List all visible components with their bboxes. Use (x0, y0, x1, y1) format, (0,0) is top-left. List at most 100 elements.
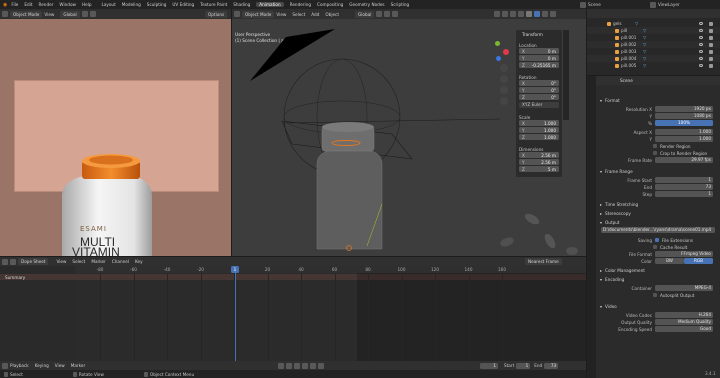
file-extensions-checkbox[interactable] (655, 238, 659, 242)
tab-shading[interactable]: Shading (233, 2, 250, 7)
outliner-item[interactable]: gels ▽ (587, 20, 720, 27)
timeline-editor-icon[interactable] (2, 362, 8, 369)
dopesheet[interactable]: Summary -80-60-40-2002040608010012014016… (0, 266, 586, 361)
stereoscopy-panel[interactable]: Stereoscopy (596, 209, 720, 217)
outliner-item[interactable]: pill.005 ▽ (587, 62, 720, 69)
camera-options-button[interactable]: Options (205, 10, 228, 18)
scene-selector[interactable]: Scene (580, 1, 601, 8)
visibility-eye-icon[interactable] (699, 21, 703, 25)
render-camera-icon[interactable] (709, 28, 713, 33)
transform-orientation-dropdown[interactable]: Global (355, 10, 375, 18)
camera-global-dropdown[interactable]: Global (60, 10, 80, 18)
scale-row-y[interactable]: Y 1.000 (519, 127, 559, 133)
outliner-item[interactable]: pill.001 ▽ (587, 34, 720, 41)
xray-icon[interactable] (518, 11, 524, 17)
outliner-item[interactable]: pill.004 ▽ (587, 55, 720, 62)
dopesheet-menu-view[interactable]: View (56, 259, 66, 264)
end-frame-field[interactable]: 73 (544, 362, 559, 369)
color-bw-button[interactable]: BW (655, 258, 684, 264)
shading-wire-icon[interactable] (526, 11, 532, 17)
dopesheet-editor-icon[interactable] (2, 258, 8, 265)
color-management-panel[interactable]: Color Management (596, 266, 720, 274)
cache-result-label-checkbox[interactable] (653, 245, 657, 249)
menu-help[interactable]: Help (82, 2, 92, 7)
visibility-eye-icon[interactable] (699, 28, 703, 32)
tab-uv-editing[interactable]: UV Editing (172, 2, 194, 7)
viewport-proportional-icon[interactable] (392, 11, 399, 17)
rotation-row-y[interactable]: Y 0° (519, 87, 559, 93)
gizmo-icon[interactable] (502, 11, 508, 17)
time-stretching-panel[interactable]: Time Stretching (596, 200, 720, 208)
render-camera-icon[interactable] (709, 56, 713, 61)
dopesheet-menu-key[interactable]: Key (135, 259, 143, 264)
viewport-menu-select[interactable]: Select (292, 12, 305, 17)
tab-modeling[interactable]: Modeling (122, 2, 141, 7)
menu-edit[interactable]: Edit (24, 2, 32, 7)
camera-view-icon[interactable] (500, 86, 508, 94)
dimensions-row-x[interactable]: X 2.56 m (519, 152, 559, 158)
3d-viewport[interactable]: User Perspective (1) Scene Collection | … (232, 19, 586, 256)
current-frame-field[interactable]: 1 (480, 362, 498, 369)
dopesheet-menu-channel[interactable]: Channel (112, 259, 129, 264)
autosplit-label-checkbox[interactable] (653, 293, 657, 297)
scale-row-z[interactable]: Z 1.000 (519, 134, 559, 140)
transform-panel-title[interactable]: Transform (522, 32, 543, 37)
tab-compositing[interactable]: Compositing (317, 2, 343, 7)
output-path-field[interactable]: D:\documents\blender...\ryans\drama\scen… (601, 227, 715, 233)
rotation-mode-dropdown[interactable]: XYZ Euler (519, 102, 559, 108)
viewlayer-selector[interactable]: ViewLayer (650, 1, 680, 8)
tab-layout[interactable]: Layout (101, 2, 115, 7)
next-keyframe-icon[interactable] (310, 362, 316, 369)
location-row-z[interactable]: Z -0.25165 m (519, 62, 559, 68)
dopesheet-menu-select[interactable]: Select (72, 259, 85, 264)
dopesheet-mode-dropdown[interactable]: Dope Sheet (18, 258, 49, 265)
render-camera-icon[interactable] (709, 21, 713, 26)
pan-icon[interactable] (500, 75, 508, 83)
render-region-checkbox-label-checkbox[interactable] (653, 144, 657, 148)
tab-texture-paint[interactable]: Texture Paint (200, 2, 227, 7)
rotation-row-x[interactable]: X 0° (519, 80, 559, 86)
render-camera-icon[interactable] (709, 35, 713, 40)
ortho-toggle-icon[interactable] (500, 97, 508, 105)
proportional-icon[interactable] (89, 11, 96, 17)
timeline-menu-playback[interactable]: Playback (10, 363, 29, 368)
video-panel[interactable]: Video (596, 302, 720, 310)
menu-render[interactable]: Render (39, 2, 54, 7)
rotation-row-z[interactable]: Z 0° (519, 94, 559, 100)
play-icon[interactable] (302, 362, 308, 369)
viewport-menu-view[interactable]: View (276, 12, 286, 17)
timeline-menu-view[interactable]: View (55, 363, 65, 368)
crop-region-checkbox-label-checkbox[interactable] (653, 151, 657, 155)
zoom-icon[interactable] (500, 64, 508, 72)
format-panel[interactable]: Format (596, 96, 720, 104)
timeline-menu-marker[interactable]: Marker (71, 363, 85, 368)
visibility-icon[interactable] (494, 11, 500, 17)
gizmo-x-icon[interactable] (503, 49, 509, 55)
resolution-percent-field[interactable]: 100% (655, 120, 713, 126)
encoding-speed-dropdown[interactable]: Good (655, 326, 713, 332)
render-camera-icon[interactable] (709, 63, 713, 68)
visibility-eye-icon[interactable] (699, 42, 703, 46)
menu-file[interactable]: File (11, 2, 18, 7)
viewport-snap-icon[interactable] (384, 11, 391, 17)
frame-ruler[interactable]: -80-60-40-20020406080100120140160 (75, 266, 586, 273)
render-camera-icon[interactable] (709, 42, 713, 47)
viewport-mode-dropdown[interactable]: Object Mode (242, 10, 275, 18)
snap-mode-dropdown[interactable]: Nearest Frame (525, 258, 562, 265)
menu-window[interactable]: Window (59, 2, 76, 7)
tab-animation[interactable]: Animation (256, 2, 284, 7)
editor-type-icon[interactable] (2, 11, 8, 17)
location-row-y[interactable]: Y 0 m (519, 55, 559, 61)
current-frame-indicator[interactable]: 1 (231, 266, 239, 273)
render-camera-icon[interactable] (709, 49, 713, 54)
visibility-eye-icon[interactable] (699, 35, 703, 39)
tab-scripting[interactable]: Scripting (391, 2, 410, 7)
pivot-icon[interactable] (376, 11, 383, 17)
start-frame-field[interactable]: 1 (516, 362, 531, 369)
navigation-gizmo[interactable] (486, 38, 512, 64)
shading-rendered-icon[interactable] (550, 11, 556, 17)
play-reverse-icon[interactable] (294, 362, 300, 369)
jump-end-icon[interactable] (318, 362, 324, 369)
jump-start-icon[interactable] (278, 362, 284, 369)
viewport-editor-type-icon[interactable] (234, 11, 240, 17)
